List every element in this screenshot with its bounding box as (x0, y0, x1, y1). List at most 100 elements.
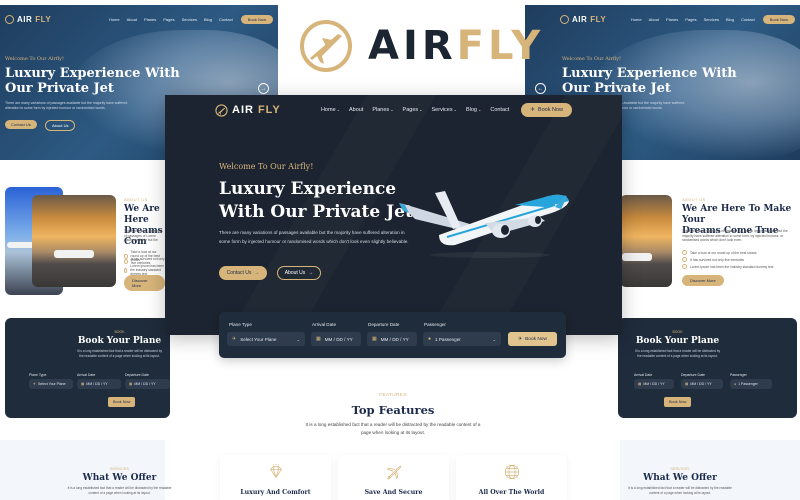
nav-home[interactable]: Home (631, 17, 642, 22)
features-paragraph: It is a long established fact that a rea… (305, 422, 481, 435)
nav-label: Contact (490, 107, 510, 113)
left-contact-button[interactable]: Contact Us (5, 120, 37, 129)
passenger-label: Passenger (424, 322, 446, 327)
departure-date-input[interactable]: ▦ MM / DD / YY (367, 332, 417, 346)
about-paragraph: There are many variations of passages of… (124, 229, 163, 243)
nav-blog[interactable]: Blog⌄ (466, 107, 481, 113)
book-now-button[interactable]: Book Now (664, 397, 692, 407)
plane-type-select[interactable]: ✈ Select Your Plane ⌄ (227, 332, 305, 346)
plane-type-label: Plane Type (229, 322, 252, 327)
plane-type-select[interactable]: ✈ Select Your Plane (29, 379, 73, 389)
departure-date-input[interactable]: ▦ MM / DD / YY (125, 379, 170, 389)
title-line: We Are Here (124, 204, 160, 225)
logo-plane-icon (215, 103, 228, 117)
para-line: the readable content of a page when look… (637, 354, 718, 358)
right-mini-logo[interactable]: AIR FLY (560, 14, 606, 24)
nav-about[interactable]: About (649, 17, 659, 22)
left-hero-paragraph: There are many variations of passages av… (5, 101, 128, 110)
arrival-date-input[interactable]: ▦ MM / DD / YY (634, 379, 674, 389)
nav-services[interactable]: Services (704, 17, 719, 22)
book-now-button[interactable]: ✈ Book Now (508, 332, 557, 346)
ticket-icon: ✈ (530, 107, 535, 113)
nav-about[interactable]: About (127, 17, 137, 22)
nav-services[interactable]: Services⌄ (432, 107, 457, 113)
left-about-button[interactable]: About Us (45, 120, 76, 131)
left-mini-logo[interactable]: AIR FLY (5, 14, 51, 24)
right-welcome-text: Welcome To Our Airfly! (562, 56, 622, 62)
contact-us-button[interactable]: Contact Us → (219, 266, 267, 280)
right-book-plane-panel: BOOK Book Your Plane It is a long establ… (618, 318, 797, 418)
ticket-icon: ✈ (518, 336, 523, 342)
button-label: Book Now (537, 107, 563, 113)
nav-planes[interactable]: Planes (144, 17, 156, 22)
discover-more-button[interactable]: Discover More (124, 275, 165, 291)
feature-card: Save And Secure (338, 455, 449, 500)
logo-text-air: AIR (368, 23, 457, 69)
book-title: Book Your Plane (635, 336, 720, 346)
nav-contact[interactable]: Contact (219, 17, 233, 22)
feature-title: All Over The World (478, 489, 545, 496)
nav-home[interactable]: Home⌄ (321, 107, 340, 113)
check-icon (682, 264, 687, 269)
nav-label: About (348, 107, 364, 113)
check-item: It has survived not only five centuries (682, 257, 744, 262)
departure-date-label: Departure Date (368, 322, 400, 327)
about-us-button[interactable]: About Us → (277, 266, 321, 280)
logo-text-fly: FLY (456, 23, 545, 69)
nav-contact[interactable]: Contact (490, 107, 509, 113)
passenger-label: Passenger (730, 373, 747, 377)
navbar-logo[interactable]: AIR FLY (215, 103, 281, 117)
logo-text-air: AIR (17, 14, 33, 24)
nav-home[interactable]: Home (109, 17, 120, 22)
user-icon: ● (428, 336, 432, 342)
services-title: What We Offer (643, 473, 717, 483)
chevron-down-icon: ⌄ (419, 107, 423, 112)
arrival-date-input[interactable]: ▦ MM / DD / YY (311, 332, 361, 346)
prev-slide-arrow-icon[interactable]: ← (535, 83, 546, 94)
nav-about[interactable]: About (349, 107, 363, 113)
booking-form: Plane Type ✈ Select Your Plane ⌄ Arrival D… (219, 312, 566, 358)
title-line: Luxury Experience (219, 179, 397, 199)
check-item: Lorem Ipsum has been the industry standa… (682, 264, 773, 269)
logo-text-air: AIR (572, 14, 588, 24)
passenger-select[interactable]: ● 1 Passenger (730, 379, 772, 389)
nav-pages[interactable]: Pages (685, 17, 696, 22)
left-mini-menu: Home About Planes Pages Services Blog Co… (109, 17, 233, 22)
nav-contact[interactable]: Contact (741, 17, 755, 22)
calendar-icon: ▦ (685, 382, 689, 386)
nav-blog[interactable]: Blog (204, 17, 212, 22)
button-label: About Us (284, 270, 306, 276)
select-value: 1 Passenger (738, 382, 758, 386)
departure-date-input[interactable]: ▦ MM / DD / YY (681, 379, 723, 389)
check-icon (124, 258, 128, 264)
arrival-date-input[interactable]: ▦ MM / DD / YY (77, 379, 121, 389)
chevron-down-icon: ⌄ (296, 336, 300, 342)
passenger-select[interactable]: ● 1 Passenger ⌄ (423, 332, 501, 346)
main-menu: Home⌄ About Planes⌄ Pages⌄ Services⌄ Blo… (321, 107, 509, 113)
nav-label: Planes (372, 107, 390, 113)
left-about-preview: ABOUT US We Are Here Dreams Com There are… (0, 185, 165, 295)
right-book-now-button[interactable]: Book Now (762, 14, 795, 24)
services-paragraph: It is a long established fact that a rea… (590, 486, 770, 496)
nav-planes[interactable]: Planes⌄ (372, 107, 393, 113)
nav-label: Services (431, 107, 453, 113)
hero-welcome-text: Welcome To Our Airfly! (219, 162, 314, 171)
left-book-now-button[interactable]: Book Now (240, 14, 273, 24)
calendar-icon: ▦ (81, 382, 85, 386)
book-paragraph: It is a long established fact that a rea… (37, 349, 202, 359)
check-icon (682, 257, 687, 262)
services-label: SERVICES (670, 467, 690, 471)
book-now-button[interactable]: Book Now (108, 397, 136, 407)
nav-services[interactable]: Services (182, 17, 197, 22)
navbar-book-now-button[interactable]: ✈ Book Now (521, 103, 572, 117)
nav-pages[interactable]: Pages (163, 17, 174, 22)
logo-plane-icon (5, 14, 14, 24)
nav-blog[interactable]: Blog (726, 17, 734, 22)
chevron-down-icon: ⌄ (336, 107, 340, 112)
airfly-theme-preview: AIR FLY Home About Planes Pages Services … (0, 0, 800, 500)
discover-more-button[interactable]: Discover More (682, 275, 724, 286)
next-slide-arrow-icon[interactable]: → (258, 83, 269, 94)
check-item: Take a look at our round up of the best … (682, 250, 757, 255)
nav-planes[interactable]: Planes (666, 17, 678, 22)
nav-pages[interactable]: Pages⌄ (403, 107, 423, 113)
